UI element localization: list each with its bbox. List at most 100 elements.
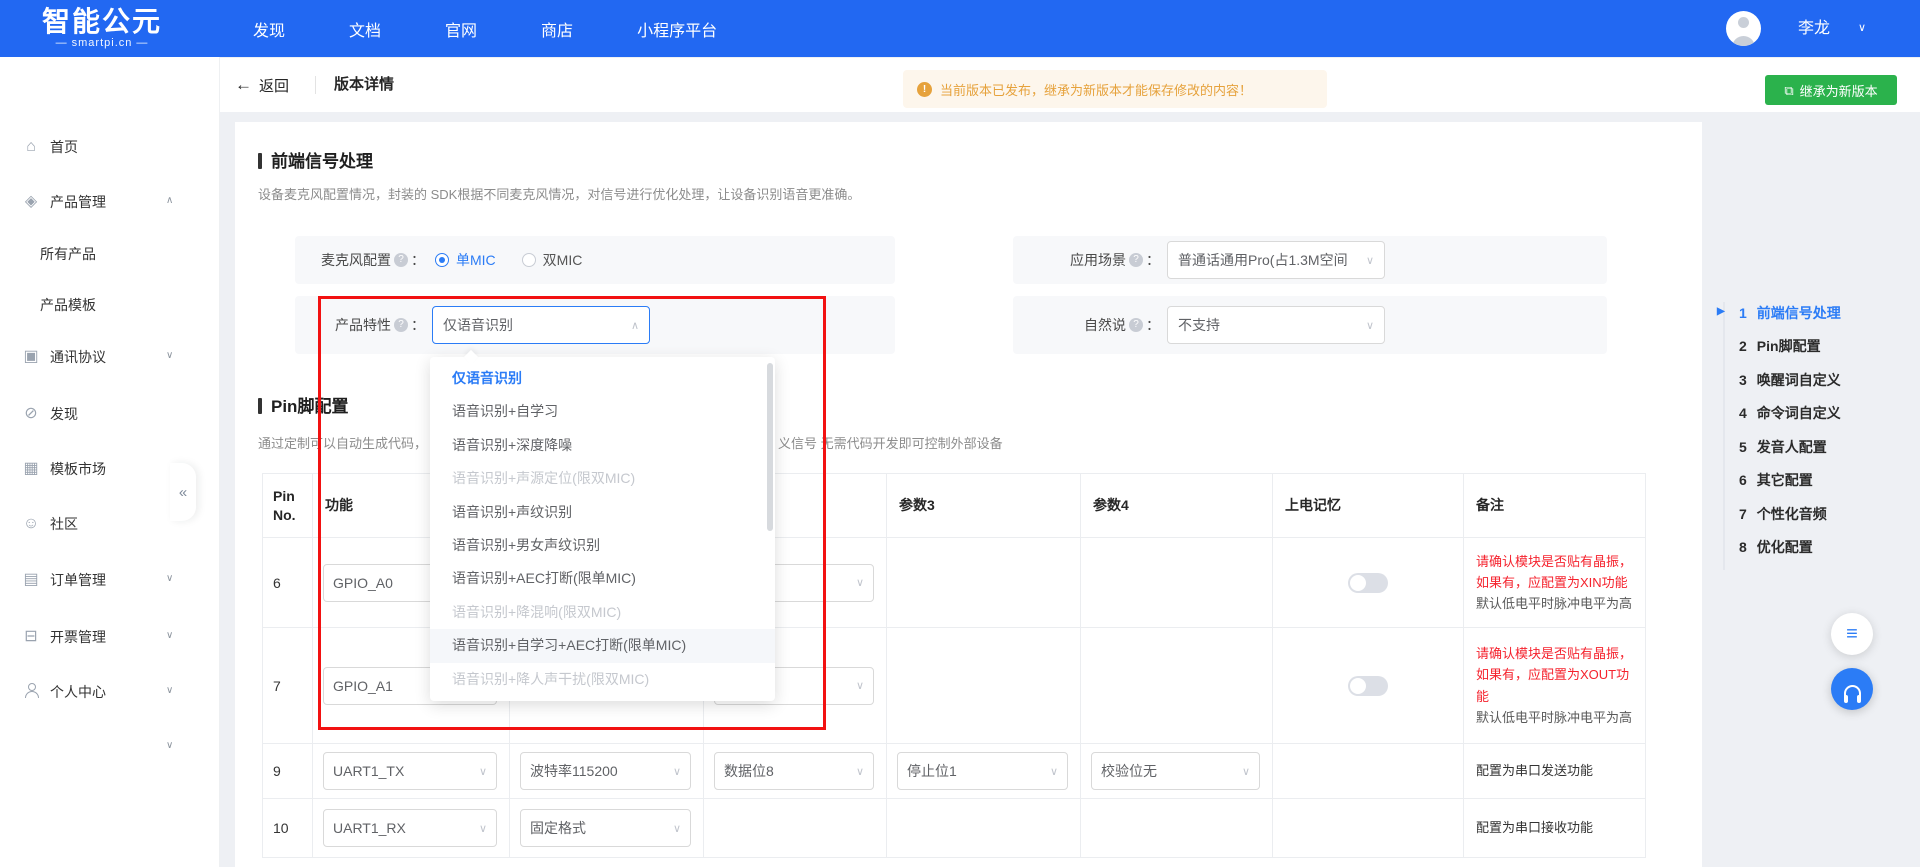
chevron-down-icon[interactable]: ∨ (1858, 0, 1866, 57)
anchor-number: 6 (1739, 472, 1747, 488)
feature-select[interactable]: 仅语音识别 ∧ (432, 306, 650, 344)
user-avatar[interactable] (1726, 11, 1761, 46)
column-header-4: 参数3 (886, 473, 1081, 538)
help-icon[interactable]: ? (394, 318, 408, 332)
sidebar-item-5[interactable]: ⊘ 发现 (0, 394, 220, 434)
top-navbar: 智能公元 — smartpi.cn — 发现 文档 官网 商店 小程序平台 李龙 ∨ (0, 0, 1920, 57)
help-icon[interactable]: ? (394, 253, 408, 267)
param4-select[interactable]: 校验位无 ∨ (1091, 752, 1260, 790)
mic-radio-group: 单MIC 双MIC (435, 250, 582, 270)
mic-radio-label: 双MIC (542, 252, 583, 268)
anchor-item-3[interactable]: 3 唤醒词自定义 (1739, 369, 1841, 390)
dropdown-option-3: 语音识别+声源定位(限双MIC) (452, 470, 636, 487)
brand-logo[interactable]: 智能公元 — smartpi.cn — (42, 6, 162, 50)
chevron-down-icon: ∨ (1049, 765, 1058, 778)
order-icon: ▤ (23, 571, 39, 588)
dropdown-scrollbar[interactable] (767, 363, 773, 531)
param4-cell: 校验位无 ∨ (1080, 743, 1273, 799)
top-nav-item-4[interactable]: 小程序平台 (637, 17, 717, 41)
anchor-item-5[interactable]: 5 发音人配置 (1739, 436, 1841, 457)
memory-toggle[interactable] (1348, 572, 1388, 593)
remark-text: 配置为串口发送功能 (1476, 763, 1594, 779)
top-nav-item-1[interactable]: 文档 (349, 17, 381, 41)
dropdown-option-6[interactable]: 语音识别+AEC打断(限单MIC) (430, 562, 775, 595)
sidebar-item-collapsed[interactable]: ∨ (0, 727, 220, 767)
feature-select-value: 仅语音识别 (443, 317, 513, 333)
natural-speak-select[interactable]: 不支持 ∨ (1167, 306, 1385, 344)
param4-cell (1080, 627, 1273, 744)
user-name[interactable]: 李龙 (1798, 0, 1830, 57)
feature-row: 产品特性 ? ： 仅语音识别 ∧ (295, 296, 895, 354)
section-desc-pin-left: 通过定制可以自动生成代码， (258, 436, 428, 451)
memory-cell (1272, 627, 1464, 744)
remark-note-text: 默认低电平时脉冲电平为高 (1476, 709, 1633, 725)
help-icon[interactable]: ? (1129, 253, 1143, 267)
dropdown-option-0[interactable]: 仅语音识别 (430, 362, 775, 395)
sidebar-item-10[interactable]: 个人中心 ∨ (0, 672, 220, 712)
param1-select[interactable]: 固定格式 ∨ (520, 809, 691, 847)
dropdown-option-2[interactable]: 语音识别+深度降噪 (430, 429, 775, 462)
mic-radio-1[interactable]: 双MIC (521, 250, 583, 270)
anchor-item-1[interactable]: ▶ 1 前端信号处理 (1717, 302, 1841, 323)
sidebar-collapse-button[interactable]: « (170, 463, 196, 521)
mic-radio-label: 单MIC (456, 252, 496, 268)
scene-select[interactable]: 普通话通用Pro(占1.3M空间 ∨ (1167, 241, 1385, 279)
sidebar-item-4[interactable]: ▣ 通讯协议 ∨ (0, 337, 220, 377)
sidebar-item-1[interactable]: ◈ 产品管理 ∧ (0, 182, 220, 222)
natural-speak-label: 自然说 (1084, 317, 1126, 333)
person-icon (24, 683, 39, 698)
sidebar-item-label: 个人中心 (50, 684, 106, 700)
discover-icon: ⊘ (24, 405, 38, 422)
inherit-version-button[interactable]: ⧉ 继承为新版本 (1765, 75, 1897, 105)
dropdown-option-5[interactable]: 语音识别+男女声纹识别 (430, 529, 775, 562)
top-nav-item-2[interactable]: 官网 (445, 17, 477, 41)
anchor-item-4[interactable]: 4 命令词自定义 (1739, 403, 1841, 424)
remark-cell: 请确认模块是否贴有晶振，如果有，应配置为XOUT功能 默认低电平时脉冲电平为高 (1463, 627, 1646, 744)
param2-select[interactable]: 数据位8 ∨ (714, 752, 874, 790)
warning-text: 当前版本已发布，继承为新版本才能保存修改的内容！ (940, 82, 1253, 98)
top-nav-item-3[interactable]: 商店 (541, 17, 573, 41)
anchor-item-7[interactable]: 7 个性化音频 (1739, 503, 1841, 524)
param1-select[interactable]: 波特率115200 ∨ (520, 752, 691, 790)
param3-cell: 停止位1 ∨ (886, 743, 1081, 799)
sidebar-item-2[interactable]: 所有产品 (0, 234, 220, 274)
sidebar-item-label: 通讯协议 (50, 349, 106, 365)
back-button[interactable]: ← 返回 (235, 58, 289, 112)
anchor-item-8[interactable]: 8 优化配置 (1739, 537, 1841, 558)
anchor-list-button[interactable]: ≡ (1831, 613, 1873, 655)
top-nav-item-0[interactable]: 发现 (253, 17, 285, 41)
sidebar-item-label: 产品模板 (40, 297, 96, 313)
column-header-7: 备注 (1463, 473, 1646, 538)
chevron-up-icon: ∧ (630, 319, 639, 332)
customer-support-button[interactable] (1831, 668, 1873, 710)
func-select[interactable]: UART1_RX ∨ (323, 809, 497, 847)
mic-radio-0[interactable]: 单MIC (435, 250, 496, 270)
dropdown-option-4[interactable]: 语音识别+声纹识别 (430, 496, 775, 529)
sidebar-item-9[interactable]: ⊟ 开票管理 ∨ (0, 617, 220, 657)
param1-cell: 波特率115200 ∨ (509, 743, 704, 799)
sidebar-item-3[interactable]: 产品模板 (0, 285, 220, 325)
chevron-down-icon: ∨ (672, 765, 681, 778)
help-icon[interactable]: ? (1129, 318, 1143, 332)
remark-text: 配置为串口接收功能 (1476, 820, 1594, 836)
sidebar-item-0[interactable]: ⌂ 首页 (0, 127, 220, 167)
chevron-down-icon: ∨ (166, 630, 174, 641)
version-warning-banner: ! 当前版本已发布，继承为新版本才能保存修改的内容！ (903, 70, 1327, 108)
radio-checked-icon (435, 253, 449, 267)
anchor-label: 其它配置 (1756, 472, 1813, 488)
sidebar-item-8[interactable]: ▤ 订单管理 ∨ (0, 560, 220, 600)
memory-toggle[interactable] (1348, 675, 1388, 696)
anchor-item-2[interactable]: 2 Pin脚配置 (1739, 336, 1841, 357)
back-label: 返回 (259, 77, 290, 95)
param2-cell (703, 798, 887, 858)
dropdown-option-9: 语音识别+降人声干扰(限双MIC) (452, 670, 650, 687)
dropdown-option-1[interactable]: 语音识别+自学习 (430, 395, 775, 428)
natural-speak-select-value: 不支持 (1178, 317, 1220, 333)
param3-select[interactable]: 停止位1 ∨ (897, 752, 1068, 790)
page-title: 版本详情 (334, 76, 395, 93)
pin-number: 9 (262, 743, 313, 799)
anchor-item-6[interactable]: 6 其它配置 (1739, 470, 1841, 491)
param1-cell: 固定格式 ∨ (509, 798, 704, 858)
func-select[interactable]: UART1_TX ∨ (323, 752, 497, 790)
dropdown-option-8[interactable]: 语音识别+自学习+AEC打断(限单MIC) (430, 629, 775, 663)
